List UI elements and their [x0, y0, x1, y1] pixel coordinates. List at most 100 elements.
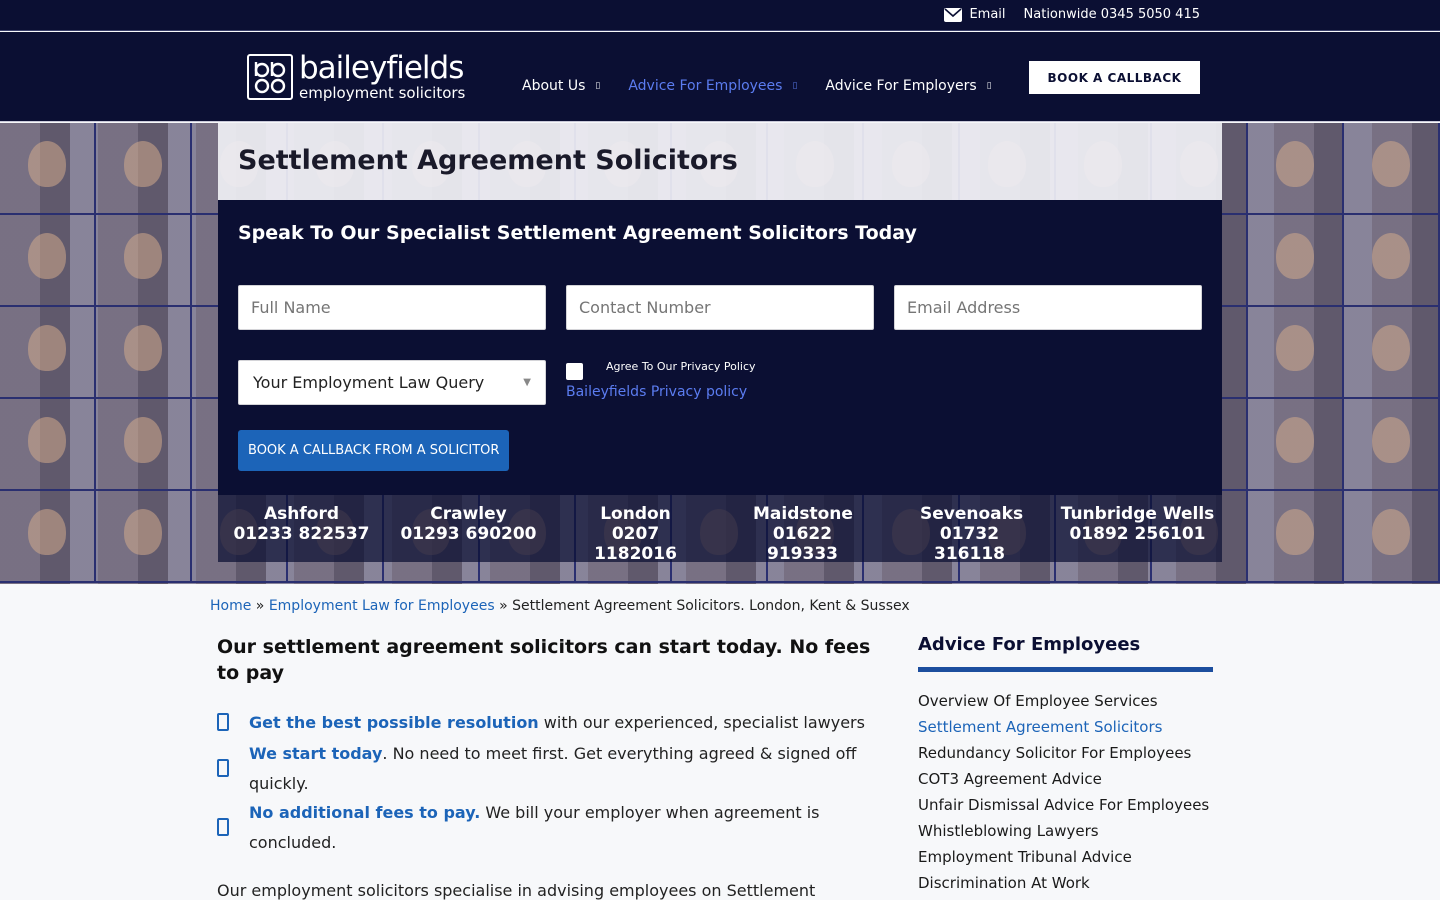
- nav-advice-for-employees[interactable]: Advice For Employees ▯: [628, 78, 797, 94]
- office-maidstone[interactable]: Maidstone 01622 919333: [719, 504, 886, 564]
- book-callback-button[interactable]: BOOK A CALLBACK: [1029, 61, 1200, 94]
- privacy-policy-link[interactable]: Baileyfields Privacy policy: [566, 384, 747, 400]
- book-callback-from-solicitor-button[interactable]: BOOK A CALLBACK FROM A SOLICITOR: [238, 430, 510, 471]
- background-photo-tile: [1344, 307, 1440, 399]
- privacy-label: Agree To Our Privacy Policy: [606, 360, 756, 373]
- hero-title-box: Settlement Agreement Solicitors: [218, 123, 1222, 200]
- background-photo-tile: [96, 491, 192, 583]
- form-heading: Speak To Our Specialist Settlement Agree…: [238, 222, 917, 244]
- office-name: Sevenoaks: [920, 504, 1024, 524]
- office-name: Crawley: [430, 504, 507, 524]
- sidebar-item-cot3[interactable]: COT3 Agreement Advice: [918, 766, 1209, 792]
- nav-label: Advice For Employees: [628, 78, 783, 94]
- email-link[interactable]: Email: [944, 7, 1006, 22]
- logo-wordmark: baileyfields: [299, 50, 464, 86]
- main-heading: Our settlement agreement solicitors can …: [217, 636, 871, 684]
- background-photo-tile: [96, 215, 192, 307]
- breadcrumb-current: Settlement Agreement Solicitors. London,…: [512, 598, 910, 614]
- sidebar-item-settlement-agreement[interactable]: Settlement Agreement Solicitors: [918, 714, 1209, 740]
- full-name-input[interactable]: [238, 285, 546, 330]
- email-address-input[interactable]: [894, 285, 1202, 330]
- background-photo-tile: [1344, 491, 1440, 583]
- breadcrumb-home[interactable]: Home: [210, 598, 251, 614]
- benefit-strong: Get the best possible resolution: [249, 713, 539, 732]
- background-photo-tile: [1248, 399, 1344, 491]
- background-photo-tile: [0, 491, 96, 583]
- sidebar-menu: Overview Of Employee Services Settlement…: [918, 688, 1209, 896]
- background-photo-tile: [0, 307, 96, 399]
- background-photo-tile: [96, 123, 192, 215]
- background-photo-tile: [1344, 215, 1440, 307]
- chevron-down-icon: ▯: [595, 81, 601, 91]
- benefit-text: with our experienced, specialist lawyers: [538, 713, 865, 732]
- nav-advice-for-employers[interactable]: Advice For Employers ▯: [825, 78, 991, 94]
- envelope-icon: [944, 7, 963, 22]
- background-photo-tile: [1344, 399, 1440, 491]
- intro-paragraph: Our employment solicitors specialise in …: [217, 881, 816, 900]
- callback-form: Speak To Our Specialist Settlement Agree…: [218, 200, 1222, 495]
- office-name: Ashford: [263, 504, 339, 524]
- background-photo-tile: [96, 307, 192, 399]
- sidebar-item-discrimination[interactable]: Discrimination At Work: [918, 870, 1209, 896]
- office-crawley[interactable]: Crawley 01293 690200: [385, 504, 552, 544]
- sidebar-item-redundancy[interactable]: Redundancy Solicitor For Employees: [918, 740, 1209, 766]
- breadcrumb-separator: »: [255, 598, 265, 614]
- checkbox-icon: [217, 713, 229, 731]
- office-phone: 01732 316118: [934, 524, 1005, 564]
- benefit-item: Get the best possible resolution with ou…: [217, 708, 877, 738]
- office-name: Maidstone: [753, 504, 853, 524]
- nav-label: About Us: [522, 78, 586, 94]
- nav-label: Advice For Employers: [825, 78, 977, 94]
- benefit-strong: We start today: [249, 744, 383, 763]
- sidebar-item-tribunal[interactable]: Employment Tribunal Advice: [918, 844, 1209, 870]
- top-bar: Email Nationwide 0345 5050 415: [0, 0, 1440, 31]
- nav-about-us[interactable]: About Us ▯: [522, 78, 600, 94]
- office-phone: 01892 256101: [1069, 524, 1206, 544]
- sidebar-divider: [918, 667, 1213, 672]
- nationwide-phone-link[interactable]: Nationwide 0345 5050 415: [1024, 7, 1200, 22]
- office-tunbridge-wells[interactable]: Tunbridge Wells 01892 256101: [1053, 504, 1222, 544]
- sidebar-item-overview[interactable]: Overview Of Employee Services: [918, 688, 1209, 714]
- checkbox-icon: [217, 759, 229, 777]
- benefit-item: No additional fees to pay. We bill your …: [217, 798, 877, 858]
- office-name: Tunbridge Wells: [1060, 504, 1215, 524]
- background-photo-tile: [1248, 215, 1344, 307]
- office-london[interactable]: London 0207 1182016: [552, 504, 719, 564]
- office-phone: 01233 822537: [233, 524, 370, 544]
- select-value: Your Employment Law Query: [253, 373, 485, 392]
- background-photo-tile: [96, 399, 192, 491]
- page-title: Settlement Agreement Solicitors: [238, 145, 738, 176]
- background-photo-tile: [1344, 123, 1440, 215]
- office-phone: 01622 919333: [767, 524, 838, 564]
- office-phone: 01293 690200: [400, 524, 537, 544]
- benefit-strong: No additional fees to pay.: [249, 803, 481, 822]
- office-sevenoaks[interactable]: Sevenoaks 01732 316118: [886, 504, 1053, 564]
- office-phone-list: Ashford 01233 822537 Crawley 01293 69020…: [218, 495, 1222, 564]
- hero-section: Settlement Agreement Solicitors Speak To…: [0, 123, 1440, 584]
- checkbox-icon: [217, 818, 229, 836]
- dropdown-arrow-icon: ▼: [523, 377, 531, 388]
- background-photo-tile: [0, 215, 96, 307]
- background-photo-tile: [1248, 123, 1344, 215]
- logo-mark-icon: [247, 54, 293, 100]
- breadcrumb-parent[interactable]: Employment Law for Employees: [269, 598, 495, 614]
- office-phone: 0207 1182016: [594, 524, 677, 564]
- breadcrumb-separator: »: [499, 598, 508, 614]
- logo[interactable]: baileyfields employment solicitors: [247, 53, 465, 101]
- background-photo-tile: [0, 399, 96, 491]
- benefit-list: Get the best possible resolution with ou…: [217, 708, 877, 858]
- office-ashford[interactable]: Ashford 01233 822537: [218, 504, 385, 544]
- breadcrumb: Home » Employment Law for Employees » Se…: [210, 598, 910, 614]
- background-photo-tile: [0, 123, 96, 215]
- sidebar-item-whistleblowing[interactable]: Whistleblowing Lawyers: [918, 818, 1209, 844]
- office-name: London: [600, 504, 671, 524]
- sidebar-title: Advice For Employees: [918, 634, 1141, 655]
- main-nav: About Us ▯ Advice For Employees ▯ Advice…: [522, 78, 992, 94]
- chevron-down-icon: ▯: [986, 81, 992, 91]
- employment-law-query-select[interactable]: Your Employment Law Query ▼: [238, 360, 546, 405]
- sidebar-item-unfair-dismissal[interactable]: Unfair Dismissal Advice For Employees: [918, 792, 1209, 818]
- contact-number-input[interactable]: [566, 285, 874, 330]
- background-photo-tile: [1248, 307, 1344, 399]
- logo-tagline: employment solicitors: [299, 84, 466, 102]
- privacy-checkbox[interactable]: [566, 363, 583, 380]
